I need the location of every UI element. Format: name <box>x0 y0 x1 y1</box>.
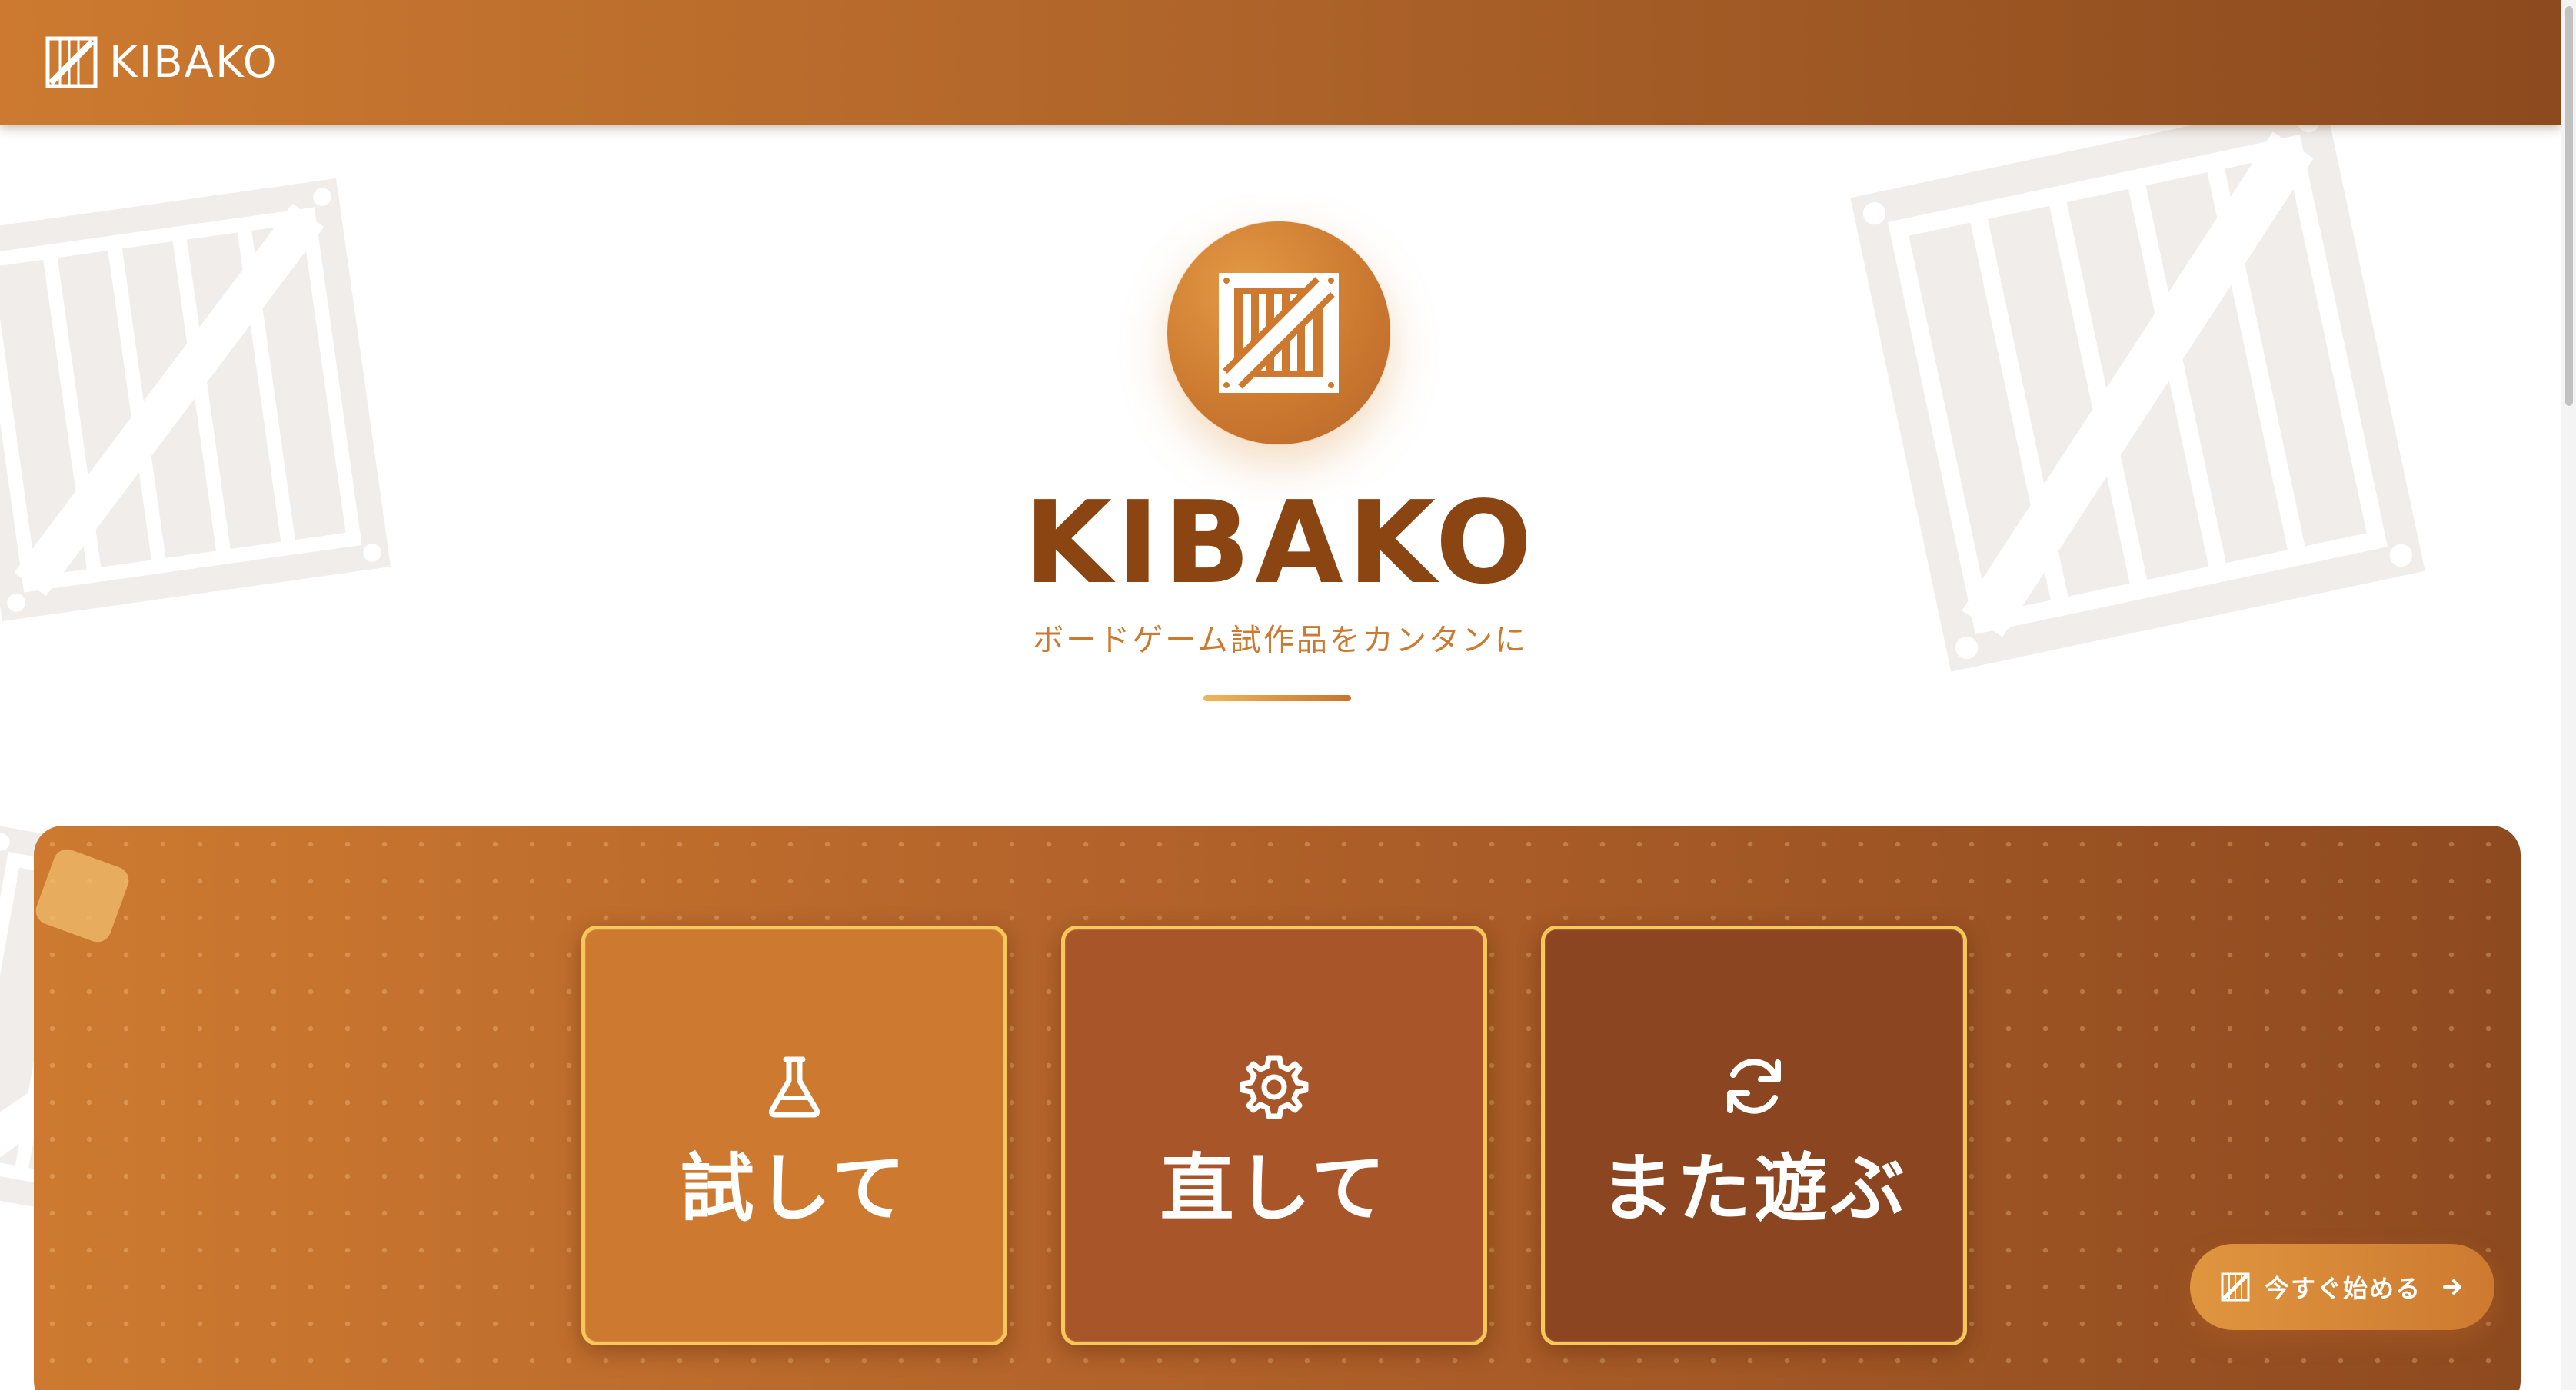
crate-icon <box>1219 273 1339 393</box>
feature-label: また遊ぶ <box>1600 1145 1908 1232</box>
start-now-label: 今すぐ始める <box>2264 1274 2421 1303</box>
feature-card-replay[interactable]: また遊ぶ <box>1541 926 1967 1345</box>
gear-icon <box>1240 1055 1309 1119</box>
scrollbar-thumb[interactable] <box>2565 6 2573 406</box>
start-now-button[interactable]: 今すぐ始める <box>2190 1244 2494 1330</box>
page-scrollbar[interactable] <box>2561 0 2576 1390</box>
title-divider <box>1203 695 1351 701</box>
feature-label: 試して <box>680 1145 909 1232</box>
feature-card-fix[interactable]: 直して <box>1061 926 1487 1345</box>
refresh-icon <box>1727 1058 1781 1114</box>
crate-icon <box>2221 1272 2250 1302</box>
brand-name[interactable]: KIBAKO <box>109 38 278 88</box>
page-subtitle: ボードゲーム試作品をカンタンに <box>1033 623 1528 658</box>
arrow-right-icon <box>2443 1279 2461 1295</box>
flask-icon <box>769 1056 820 1117</box>
decorative-tile <box>34 845 133 946</box>
hero-logo <box>1167 221 1390 444</box>
feature-label: 直して <box>1160 1145 1389 1232</box>
feature-card-try[interactable]: 試して <box>581 926 1007 1345</box>
features-panel: 試して 直して また遊ぶ <box>34 826 2521 1390</box>
page-title: KIBAKO <box>1023 477 1537 609</box>
top-header: KIBAKO <box>0 0 2561 125</box>
crate-icon[interactable] <box>45 35 98 89</box>
